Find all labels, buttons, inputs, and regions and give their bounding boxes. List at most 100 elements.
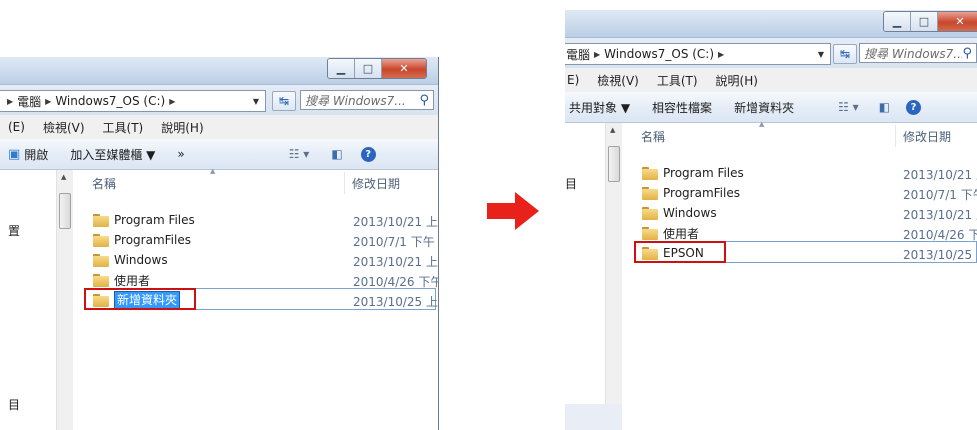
menu-help[interactable]: 說明(H) xyxy=(161,119,203,136)
command-bar: 共用對象 ▼ 相容性檔案 新增資料夾 ☷ ▾ ◧ ? xyxy=(565,92,977,123)
breadcrumb-drive[interactable]: Windows7_OS (C:) xyxy=(604,47,714,61)
folder-icon xyxy=(642,166,658,180)
navigation-scrollbar[interactable]: ▲ xyxy=(605,123,622,430)
nav-item-text[interactable]: 置 xyxy=(8,222,20,239)
breadcrumb-drive[interactable]: Windows7_OS (C:) xyxy=(55,94,165,108)
menu-help[interactable]: 說明(H) xyxy=(716,72,758,89)
address-bar[interactable]: 電腦 ▶ Windows7_OS (C:) ▶ ▼ xyxy=(565,43,831,65)
minimize-button[interactable]: ▁ xyxy=(884,12,911,31)
file-row[interactable]: Program Files xyxy=(642,163,744,183)
search-icon[interactable]: ⚲ xyxy=(962,46,972,61)
open-icon: ▣ xyxy=(8,146,21,162)
more-commands-button[interactable]: » xyxy=(177,147,184,161)
column-name-header[interactable]: 名稱 xyxy=(641,128,665,145)
file-name: Program Files xyxy=(114,213,195,227)
file-date: 2010/7/1 下午 xyxy=(903,188,977,202)
column-divider[interactable] xyxy=(344,172,345,194)
address-dropdown-icon[interactable]: ▼ xyxy=(818,50,824,59)
file-date: 2013/10/25 上 xyxy=(903,248,977,262)
navigation-pane: 目 xyxy=(565,123,603,430)
column-header: 名稱 ▲ 修改日期 xyxy=(623,120,977,149)
menu-tools[interactable]: 工具(T) xyxy=(103,119,144,136)
new-folder-button[interactable]: 新增資料夾 xyxy=(734,99,794,116)
scrollbar-thumb[interactable] xyxy=(59,193,71,229)
highlight-box xyxy=(84,288,196,310)
scrollbar-thumb[interactable] xyxy=(608,146,620,182)
nav-item-text[interactable]: 目 xyxy=(565,175,577,192)
file-row[interactable]: 使用者 xyxy=(642,223,699,243)
folder-icon xyxy=(642,206,658,220)
close-button[interactable]: ✕ xyxy=(938,12,977,31)
file-row[interactable]: Windows xyxy=(93,250,168,270)
nav-pane-footer xyxy=(565,404,622,430)
column-date-header[interactable]: 修改日期 xyxy=(903,128,951,145)
address-bar[interactable]: ▶ 電腦 ▶ Windows7_OS (C:) ▶ ▼ xyxy=(0,90,266,112)
file-date: 2013/10/21 上 xyxy=(353,215,438,229)
refresh-icon[interactable]: ↹ xyxy=(272,91,296,111)
close-button[interactable]: ✕ xyxy=(382,59,426,78)
column-header: 名稱 ▲ 修改日期 xyxy=(74,167,438,196)
menu-edit[interactable]: (E) xyxy=(8,120,25,134)
file-name: ProgramFiles xyxy=(663,186,740,200)
scroll-up-icon[interactable]: ▲ xyxy=(610,126,615,134)
title-bar: ▁ □ ✕ xyxy=(565,10,977,38)
preview-pane-icon[interactable]: ◧ xyxy=(879,100,890,114)
folder-icon xyxy=(93,273,109,287)
help-icon[interactable]: ? xyxy=(906,99,922,115)
maximize-button[interactable]: □ xyxy=(355,59,382,78)
column-divider[interactable] xyxy=(895,125,896,147)
file-name: 使用者 xyxy=(114,273,151,288)
file-date: 2013/10/21 上 xyxy=(353,255,438,269)
nav-item-text[interactable]: 目 xyxy=(8,396,20,413)
file-name: Windows xyxy=(114,253,168,267)
minimize-button[interactable]: ▁ xyxy=(328,59,355,78)
preview-pane-icon[interactable]: ◧ xyxy=(331,147,342,161)
file-row[interactable]: Program Files xyxy=(93,210,195,230)
search-icon[interactable]: ⚲ xyxy=(419,93,429,108)
explorer-window-after: ▁ □ ✕ 電腦 ▶ Windows7_OS (C:) ▶ ▼ ↹ 搜尋 Win… xyxy=(565,10,977,430)
file-row[interactable]: 使用者 xyxy=(93,270,150,290)
search-input[interactable]: 搜尋 Windows7... ⚲ xyxy=(300,90,434,110)
menu-bar: E) 檢視(V) 工具(T) 說明(H) xyxy=(565,68,977,93)
folder-icon xyxy=(642,226,658,240)
compatibility-files-button[interactable]: 相容性檔案 xyxy=(652,99,712,116)
menu-view[interactable]: 檢視(V) xyxy=(43,119,85,136)
window-controls: ▁ □ ✕ xyxy=(327,58,427,79)
file-date: 2010/7/1 下午 xyxy=(353,235,435,249)
column-name-header[interactable]: 名稱 xyxy=(92,175,116,192)
content-area: 置 目 ▲ 名稱 ▲ 修改日期 Program Files 2013/10/21… xyxy=(0,167,438,430)
view-icon[interactable]: ☷ ▾ xyxy=(838,100,859,114)
command-bar: ▣ 開啟 加入至媒體櫃 ▼ » ☷ ▾ ◧ ? xyxy=(0,139,438,170)
open-button[interactable]: 開啟 xyxy=(24,146,48,163)
view-icon[interactable]: ☷ ▾ xyxy=(289,147,310,161)
scroll-up-icon[interactable]: ▲ xyxy=(61,173,66,181)
folder-icon xyxy=(93,233,109,247)
file-name: Windows xyxy=(663,206,717,220)
address-bar-row: ▶ 電腦 ▶ Windows7_OS (C:) ▶ ▼ ↹ 搜尋 Windows… xyxy=(0,85,438,115)
menu-tools[interactable]: 工具(T) xyxy=(657,72,698,89)
menu-edit[interactable]: E) xyxy=(567,73,579,87)
refresh-icon[interactable]: ↹ xyxy=(833,44,857,64)
breadcrumb-computer[interactable]: 電腦 xyxy=(17,93,41,110)
file-date: 2013/10/25 上 xyxy=(353,295,438,309)
content-area: 目 ▲ 名稱 ▲ 修改日期 Program Files 2013/10/21 上… xyxy=(565,120,977,430)
file-date: 2013/10/21 上 xyxy=(903,168,977,182)
file-row[interactable]: ProgramFiles xyxy=(93,230,191,250)
menu-bar: (E) 檢視(V) 工具(T) 說明(H) xyxy=(0,115,438,140)
share-with-button[interactable]: 共用對象 ▼ xyxy=(569,99,630,116)
folder-icon xyxy=(642,186,658,200)
file-date: 2013/10/21 上 xyxy=(903,208,977,222)
maximize-button[interactable]: □ xyxy=(911,12,938,31)
menu-view[interactable]: 檢視(V) xyxy=(597,72,639,89)
address-dropdown-icon[interactable]: ▼ xyxy=(253,97,259,106)
breadcrumb-computer[interactable]: 電腦 xyxy=(566,46,590,63)
help-icon[interactable]: ? xyxy=(360,146,376,162)
add-to-library-button[interactable]: 加入至媒體櫃 ▼ xyxy=(70,146,155,163)
file-row[interactable]: Windows xyxy=(642,203,717,223)
search-input[interactable]: 搜尋 Windows7... ⚲ xyxy=(859,43,977,63)
file-row[interactable]: ProgramFiles xyxy=(642,183,740,203)
file-name: 使用者 xyxy=(663,226,700,241)
navigation-scrollbar[interactable]: ▲ xyxy=(56,170,73,430)
folder-icon xyxy=(93,253,109,267)
column-date-header[interactable]: 修改日期 xyxy=(352,175,400,192)
